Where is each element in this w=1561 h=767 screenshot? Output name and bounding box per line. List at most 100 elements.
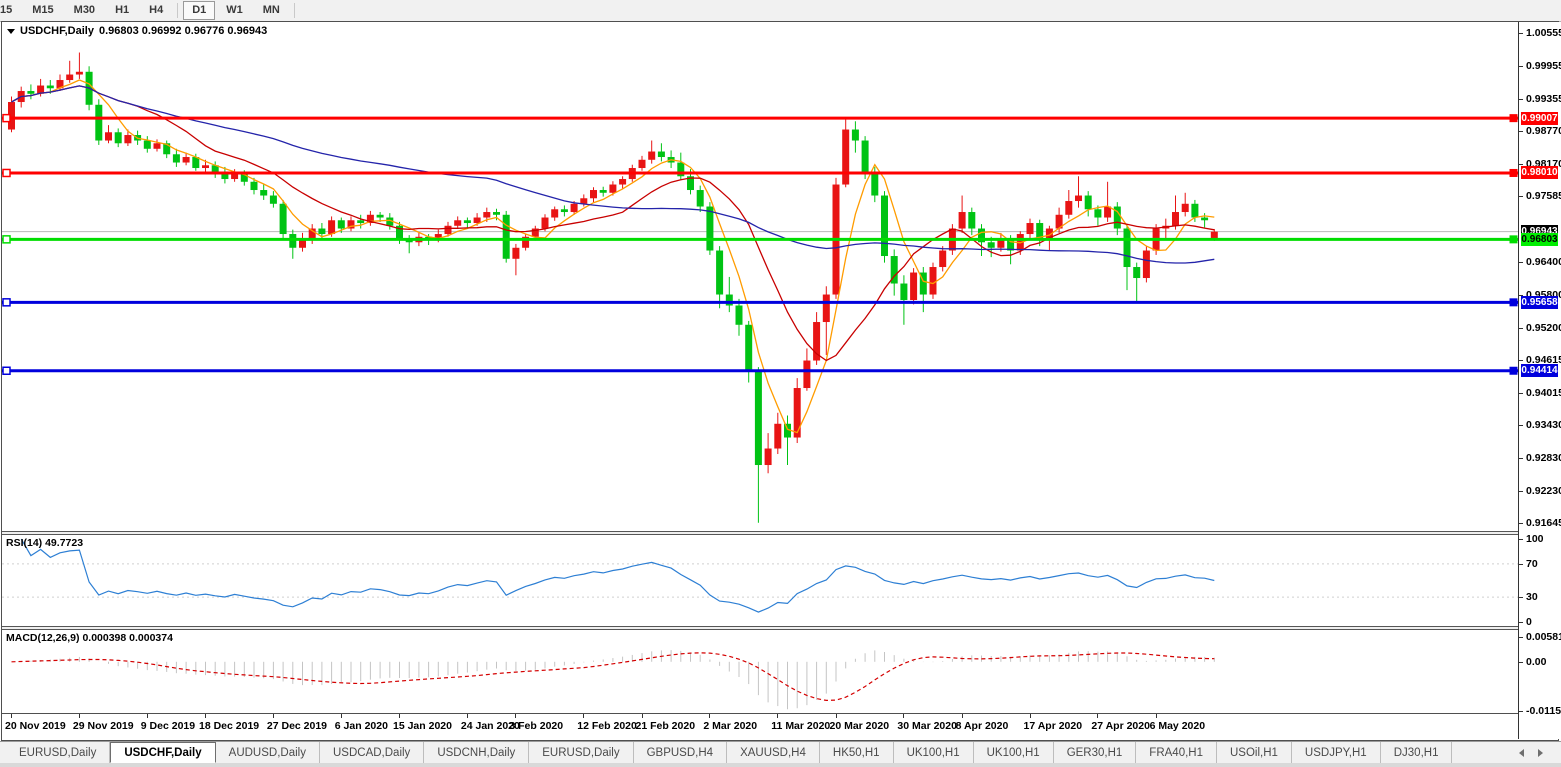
price-tick-label: 0.91645 <box>1526 517 1561 529</box>
chart-symbol: USDCHF,Daily <box>20 25 94 37</box>
axis-tick-mark <box>1519 393 1523 394</box>
timeframe-button-h4[interactable]: H4 <box>140 1 172 20</box>
tab-xauusd-h4[interactable]: XAUUSD,H4 <box>727 742 820 763</box>
timeframe-button-d1[interactable]: D1 <box>183 1 215 20</box>
price-badge-0.96803: 0.96803 <box>1521 233 1558 246</box>
macd-tick-label: 0.005818 <box>1526 631 1561 643</box>
time-tick-mark <box>903 714 904 718</box>
price-tick-label: 0.92830 <box>1526 452 1561 464</box>
rsi-tick-label: 70 <box>1526 558 1538 570</box>
time-tick-label: 12 Feb 2020 <box>577 720 637 732</box>
toolbar-separator <box>294 3 295 18</box>
time-tick-mark <box>1156 714 1157 718</box>
chart-ohlc-quote: 0.96803 0.96992 0.96776 0.96943 <box>99 25 267 37</box>
tab-audusd-daily[interactable]: AUDUSD,Daily <box>216 742 320 763</box>
price-chart-panel[interactable]: USDCHF,Daily 0.96803 0.96992 0.96776 0.9… <box>2 22 1518 531</box>
axis-tick-mark <box>1519 328 1523 329</box>
tab-usdcad-daily[interactable]: USDCAD,Daily <box>320 742 424 763</box>
time-tick-mark <box>515 714 516 718</box>
time-tick-label: 15 Jan 2020 <box>393 720 452 732</box>
time-tick-label: 6 May 2020 <box>1150 720 1205 732</box>
rsi-chart[interactable] <box>2 535 1518 626</box>
macd-label: MACD(12,26,9) 0.000398 0.000374 <box>6 632 173 644</box>
axis-tick-mark <box>1519 637 1523 638</box>
time-tick-mark <box>79 714 80 718</box>
time-tick-mark <box>399 714 400 718</box>
scroll-left-icon[interactable] <box>1519 749 1524 757</box>
toolbar-separator <box>177 3 178 18</box>
tab-usdcnh-daily[interactable]: USDCNH,Daily <box>424 742 529 763</box>
time-tick-mark <box>777 714 778 718</box>
price-tick-label: 0.94015 <box>1526 387 1561 399</box>
time-tick-label: 20 Nov 2019 <box>5 720 66 732</box>
axis-tick-mark <box>1519 491 1523 492</box>
price-badge-0.94414: 0.94414 <box>1521 364 1558 377</box>
price-tick-label: 0.96400 <box>1526 256 1561 268</box>
axis-tick-mark <box>1519 262 1523 263</box>
tab-usdchf-daily[interactable]: USDCHF,Daily <box>110 742 215 763</box>
price-badge-0.98010: 0.98010 <box>1521 166 1558 179</box>
price-tick-label: 1.00555 <box>1526 27 1561 39</box>
timeframe-button-15[interactable]: 15 <box>0 1 21 20</box>
rsi-label: RSI(14) 49.7723 <box>6 537 83 549</box>
price-tick-label: 0.99355 <box>1526 93 1561 105</box>
axis-tick-mark <box>1519 196 1523 197</box>
axis-tick-mark <box>1519 711 1523 712</box>
time-tick-label: 29 Nov 2019 <box>73 720 134 732</box>
price-tick-label: 0.95200 <box>1526 322 1561 334</box>
axis-tick-mark <box>1519 164 1523 165</box>
macd-tick-label: -0.011514 <box>1526 705 1561 717</box>
price-tick-label: 0.99955 <box>1526 60 1561 72</box>
tab-ger30-h1[interactable]: GER30,H1 <box>1054 742 1137 763</box>
axis-tick-mark <box>1519 33 1523 34</box>
time-axis[interactable]: 20 Nov 201929 Nov 20199 Dec 201918 Dec 2… <box>2 713 1518 740</box>
time-tick-label: 3 Feb 2020 <box>509 720 563 732</box>
price-tick-label: 0.97585 <box>1526 190 1561 202</box>
tab-fra40-h1[interactable]: FRA40,H1 <box>1136 742 1217 763</box>
time-tick-mark <box>147 714 148 718</box>
time-tick-label: 27 Dec 2019 <box>267 720 327 732</box>
axis-tick-mark <box>1519 66 1523 67</box>
time-tick-label: 6 Jan 2020 <box>335 720 388 732</box>
axis-tick-mark <box>1519 523 1523 524</box>
candlestick-chart[interactable] <box>2 22 1518 531</box>
macd-tick-label: 0.00 <box>1526 656 1546 668</box>
timeframe-button-mn[interactable]: MN <box>254 1 289 20</box>
tab-uk100-h1[interactable]: UK100,H1 <box>894 742 974 763</box>
axis-tick-mark <box>1519 564 1523 565</box>
rsi-panel[interactable]: RSI(14) 49.7723 <box>2 535 1518 626</box>
timeframe-button-w1[interactable]: W1 <box>217 1 252 20</box>
axis-tick-mark <box>1519 131 1523 132</box>
tab-usdjpy-h1[interactable]: USDJPY,H1 <box>1292 742 1381 763</box>
timeframe-toolbar: 15M15M30H1H4 D1W1MN <box>0 0 1561 22</box>
chart-tabs: EURUSD,DailyUSDCHF,DailyAUDUSD,DailyUSDC… <box>0 742 1452 763</box>
macd-panel[interactable]: MACD(12,26,9) 0.000398 0.000374 <box>2 630 1518 713</box>
axis-tick-mark <box>1519 360 1523 361</box>
price-axis[interactable]: 1.005550.999550.993550.987700.981700.975… <box>1518 22 1559 739</box>
price-badge-0.95658: 0.95658 <box>1521 296 1558 309</box>
macd-chart[interactable] <box>2 630 1518 713</box>
tab-gbpusd-h4[interactable]: GBPUSD,H4 <box>634 742 727 763</box>
timeframe-button-m30[interactable]: M30 <box>65 1 104 20</box>
time-tick-label: 2 Mar 2020 <box>703 720 757 732</box>
tab-hk50-h1[interactable]: HK50,H1 <box>820 742 894 763</box>
axis-tick-mark <box>1519 622 1523 623</box>
tab-dj30-h1[interactable]: DJ30,H1 <box>1381 742 1453 763</box>
time-tick-mark <box>583 714 584 718</box>
timeframe-button-m15[interactable]: M15 <box>23 1 62 20</box>
tab-eurusd-daily[interactable]: EURUSD,Daily <box>529 742 633 763</box>
time-tick-label: 11 Mar 2020 <box>771 720 830 732</box>
time-tick-mark <box>962 714 963 718</box>
time-tick-mark <box>11 714 12 718</box>
time-tick-mark <box>642 714 643 718</box>
time-tick-mark <box>205 714 206 718</box>
axis-tick-mark <box>1519 539 1523 540</box>
tab-eurusd-daily[interactable]: EURUSD,Daily <box>6 742 110 763</box>
tab-usoil-h1[interactable]: USOil,H1 <box>1217 742 1292 763</box>
tab-scrollers <box>1519 742 1561 763</box>
tab-uk100-h1[interactable]: UK100,H1 <box>974 742 1054 763</box>
scroll-right-icon[interactable] <box>1538 749 1543 757</box>
time-tick-mark <box>273 714 274 718</box>
timeframe-button-h1[interactable]: H1 <box>106 1 138 20</box>
time-tick-label: 20 Mar 2020 <box>830 720 890 732</box>
